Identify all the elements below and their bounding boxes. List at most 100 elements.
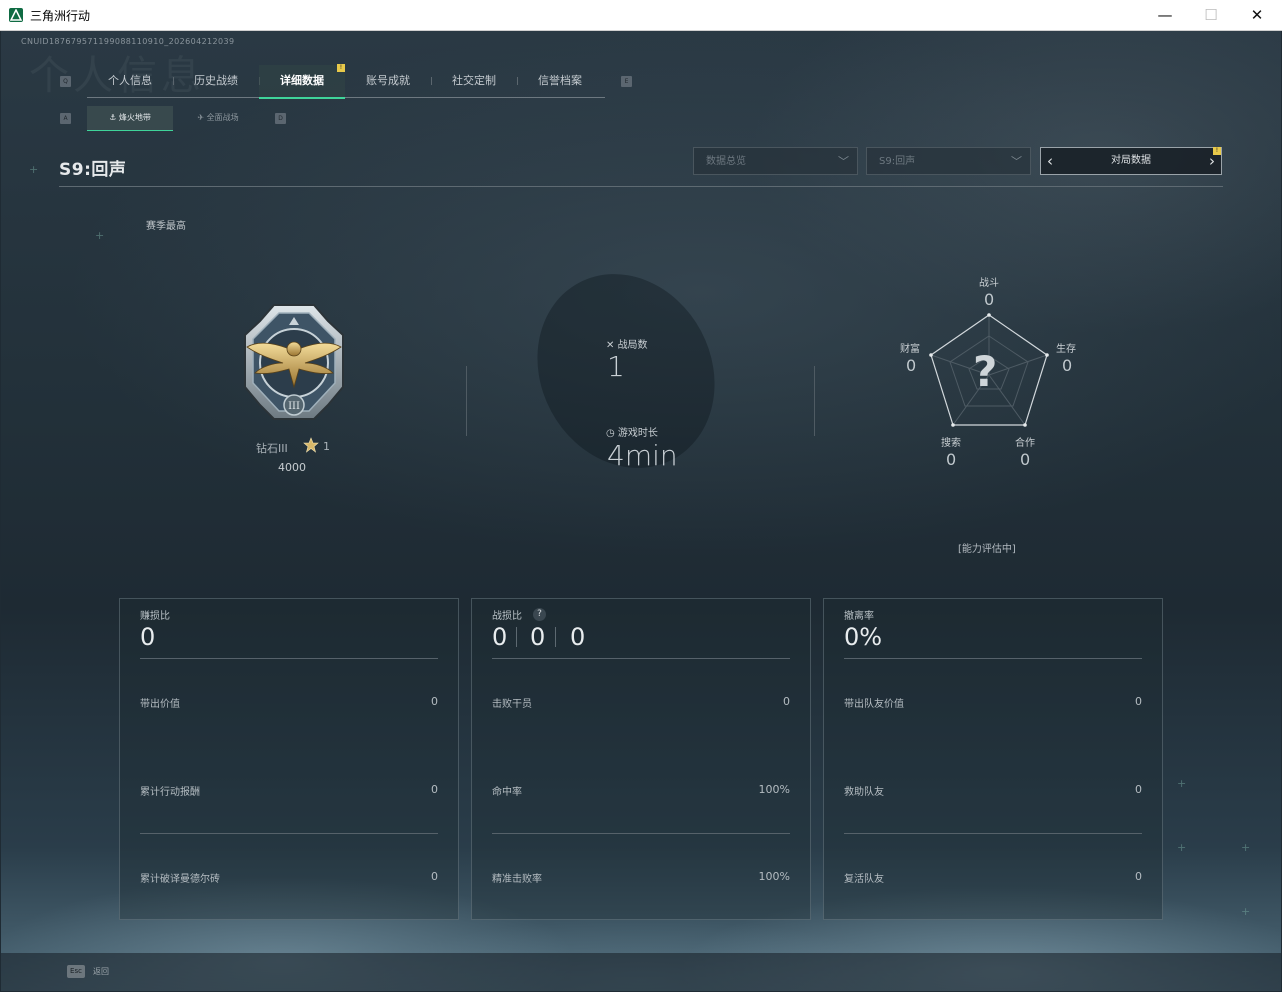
radar-wealth-value: 0 bbox=[906, 356, 917, 375]
user-uid: CNUID18767957119908811091­0_202604212039 bbox=[21, 37, 235, 46]
radar-unknown-mark: ? bbox=[973, 347, 998, 396]
profit-loss-panel: 赚损比 0 带出价值 0 累计行动报酬 0 累计破译曼德尔砖 0 bbox=[119, 598, 459, 920]
radar-survival-label: 生存 bbox=[1056, 344, 1076, 355]
operators-killed-value: 0 bbox=[783, 695, 790, 708]
decrypted-bricks-value: 0 bbox=[431, 870, 438, 883]
season-title: S9:回声 bbox=[59, 160, 127, 180]
window-titlebar: 三角洲行动 — ☐ ✕ bbox=[0, 0, 1282, 31]
panel-divider bbox=[844, 658, 1142, 659]
decrypted-bricks-label: 累计破译曼德尔砖 bbox=[140, 874, 220, 885]
extraction-rate-label: 撤离率 bbox=[844, 611, 874, 622]
battlefield-icon: ✈ bbox=[197, 113, 207, 122]
rank-medal-icon: III bbox=[244, 304, 344, 420]
rescue-teammate-label: 救助队友 bbox=[844, 787, 884, 798]
subtab-next-key[interactable]: D bbox=[275, 113, 286, 124]
accuracy-label: 命中率 bbox=[492, 787, 522, 798]
maximize-button[interactable]: ☐ bbox=[1188, 0, 1234, 30]
playtime-value: 4min bbox=[607, 439, 678, 472]
kd-ratio-panel: 战损比 ? 0 0 0 击败干员 0 命中率 100% 精准击败率 100% bbox=[471, 598, 811, 920]
app-logo-icon bbox=[9, 8, 23, 22]
radar-combat-label: 战斗 bbox=[979, 278, 999, 289]
rank-star-count: 1 bbox=[323, 440, 330, 453]
main-tabbar: 个人信息 历史战绩 详细数据 ! 账号成就 社交定制 信誉档案 bbox=[87, 64, 605, 99]
radar-survival-value: 0 bbox=[1062, 356, 1073, 375]
back-label[interactable]: 返回 bbox=[93, 966, 109, 977]
profit-loss-value: 0 bbox=[140, 623, 156, 651]
season-dropdown-value: S9:回声 bbox=[879, 156, 916, 167]
subtab-full-battlefield-label: 全面战场 bbox=[206, 113, 239, 122]
teammate-value: 0 bbox=[1135, 695, 1142, 708]
total-reward-label: 累计行动报酬 bbox=[140, 787, 200, 798]
panel-divider bbox=[492, 833, 790, 834]
tab-achievements[interactable]: 账号成就 bbox=[345, 65, 431, 97]
close-button[interactable]: ✕ bbox=[1234, 0, 1280, 30]
deco-plus-icon: + bbox=[1177, 841, 1187, 854]
tab-social-customize[interactable]: 社交定制 bbox=[431, 65, 517, 97]
tab-notify-badge: ! bbox=[337, 64, 345, 72]
hazard-zone-icon: ⚓ bbox=[109, 113, 119, 122]
tab-credit-record[interactable]: 信誉档案 bbox=[517, 65, 603, 97]
total-reward-value: 0 bbox=[431, 783, 438, 796]
accuracy-value: 100% bbox=[758, 783, 790, 796]
playtime-stat: ◷ 游戏时长 bbox=[606, 424, 658, 439]
precision-kill-value: 100% bbox=[758, 870, 790, 883]
chevron-left-icon[interactable]: ‹ bbox=[1047, 148, 1053, 174]
extraction-rate-value: 0% bbox=[844, 623, 883, 651]
tab-personal-info[interactable]: 个人信息 bbox=[87, 65, 173, 97]
pager-notify-badge: ! bbox=[1213, 147, 1221, 155]
revive-teammate-label: 复活队友 bbox=[844, 874, 884, 885]
subtab-prev-key[interactable]: A bbox=[60, 113, 71, 124]
matches-value: 1 bbox=[607, 350, 625, 383]
pager-label[interactable]: 对局数据 bbox=[1111, 155, 1151, 166]
deco-plus-icon: + bbox=[1241, 841, 1251, 854]
profit-loss-label: 赚损比 bbox=[140, 611, 170, 622]
panel-divider bbox=[844, 833, 1142, 834]
tab-next-key[interactable]: E bbox=[621, 76, 632, 87]
svg-text:III: III bbox=[288, 401, 300, 412]
stats-divider bbox=[466, 366, 467, 436]
rank-score: 4000 bbox=[278, 461, 306, 474]
data-type-dropdown-value: 数据总览 bbox=[706, 156, 746, 167]
footer-bar bbox=[1, 953, 1281, 991]
extracted-value: 0 bbox=[431, 695, 438, 708]
star-icon bbox=[303, 437, 319, 453]
kd-value-2: 0 bbox=[530, 623, 546, 651]
precision-kill-label: 精准击败率 bbox=[492, 874, 542, 885]
chevron-down-icon: ﹀ bbox=[1011, 155, 1022, 168]
season-divider bbox=[59, 186, 1223, 187]
operators-killed-label: 击败干员 bbox=[492, 699, 532, 710]
panel-divider bbox=[140, 833, 438, 834]
minimize-button[interactable]: — bbox=[1142, 0, 1188, 30]
panel-divider bbox=[492, 658, 790, 659]
season-dropdown[interactable]: S9:回声 ﹀ bbox=[866, 147, 1031, 175]
radar-wealth-label: 财富 bbox=[900, 344, 920, 355]
season-best-label: 赛季最高 bbox=[146, 221, 186, 232]
tab-detailed-data[interactable]: 详细数据 bbox=[259, 65, 345, 99]
data-type-dropdown[interactable]: 数据总览 ﹀ bbox=[693, 147, 858, 175]
radar-cooperation-value: 0 bbox=[1020, 450, 1031, 469]
value-separator bbox=[555, 627, 556, 647]
rescue-teammate-value: 0 bbox=[1135, 783, 1142, 796]
deco-plus-icon: + bbox=[1241, 905, 1251, 918]
stopwatch-icon: ◷ bbox=[606, 428, 618, 439]
value-separator bbox=[516, 627, 517, 647]
teammate-value-label: 带出队友价值 bbox=[844, 699, 904, 710]
tab-match-history[interactable]: 历史战绩 bbox=[173, 65, 259, 97]
help-icon[interactable]: ? bbox=[533, 608, 546, 621]
window-title: 三角洲行动 bbox=[30, 9, 91, 23]
match-data-pager: ‹ 对局数据 › bbox=[1040, 147, 1222, 175]
subtab-full-battlefield[interactable]: ✈ 全面战场 bbox=[175, 106, 261, 130]
rank-name: 钻石III bbox=[256, 442, 288, 455]
deco-plus-icon: + bbox=[95, 229, 105, 242]
chevron-down-icon: ﹀ bbox=[838, 155, 849, 168]
revive-teammate-value: 0 bbox=[1135, 870, 1142, 883]
subtab-hazard-zone-label: 烽火地带 bbox=[118, 113, 151, 122]
tab-prev-key[interactable]: Q bbox=[60, 76, 71, 87]
esc-key[interactable]: Esc bbox=[67, 965, 85, 978]
kd-value-1: 0 bbox=[492, 623, 508, 651]
matches-stat: ✕ 战局数 bbox=[606, 336, 648, 351]
subtab-hazard-zone[interactable]: ⚓ 烽火地带 bbox=[87, 106, 173, 131]
game-viewport: 个人信息 CNUID18767957119908811091­0_2026042… bbox=[1, 31, 1281, 991]
deco-plus-icon: + bbox=[1177, 777, 1187, 790]
playtime-label: 游戏时长 bbox=[617, 428, 658, 439]
